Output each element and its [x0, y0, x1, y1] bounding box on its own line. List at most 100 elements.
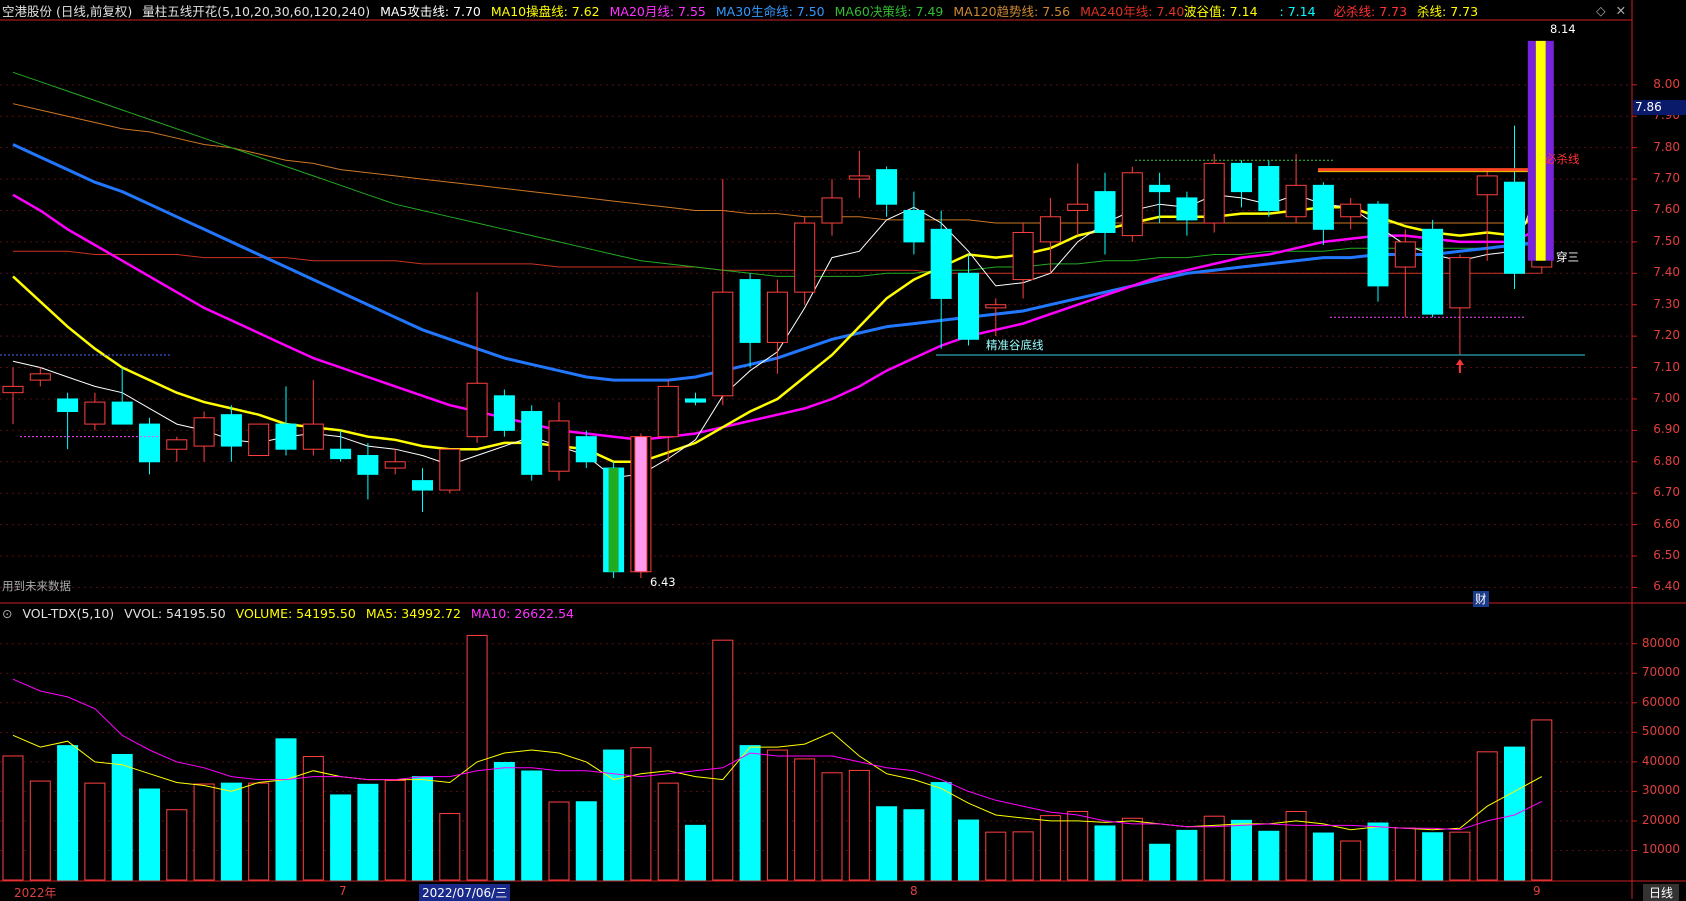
close-icon[interactable]: ✕: [1616, 3, 1626, 18]
candle-body: [685, 398, 706, 403]
volume-bar: [848, 769, 870, 881]
volume-bar: [166, 809, 188, 881]
candle-body: [575, 436, 597, 463]
date-sep: 9: [1533, 884, 1541, 898]
ma120-line: [12, 103, 1542, 224]
vol-indicator-name[interactable]: VOL-TDX(5,10): [22, 606, 114, 621]
candle-body: [357, 455, 379, 475]
main-pane-header-right: 波谷值: 7.14 : 7.14 必杀线: 7.73 杀线: 7.73: [1184, 4, 1484, 20]
volume-bar: [357, 783, 379, 881]
volume-bar: [139, 788, 160, 881]
volume-tick-label: 60000: [1641, 694, 1680, 709]
volume-bar: [1504, 746, 1525, 881]
price-tick-label: 8.00: [1653, 76, 1680, 91]
candle-body: [794, 222, 816, 293]
price-tick-label: 7.10: [1653, 359, 1680, 374]
stock-title[interactable]: 空港股份 (日线,前复权): [2, 4, 132, 19]
candle-body: [739, 279, 761, 343]
candle-body: [29, 373, 51, 381]
volume-bar: [220, 782, 242, 881]
candle-body: [930, 228, 952, 299]
volume-bar: [876, 806, 898, 881]
wave-value: 波谷值: 7.14: [1184, 4, 1258, 19]
candle-body: [275, 423, 297, 450]
price-tick-label: 6.60: [1653, 516, 1680, 531]
volume-bar: [1149, 843, 1171, 881]
candle-body: [958, 272, 979, 340]
ma240-value: MA240年线: 7.40: [1080, 4, 1185, 19]
pane-controls[interactable]: ◇ ✕: [1596, 3, 1632, 19]
ma30-value: MA30生命线: 7.50: [715, 4, 825, 19]
candle-body: [2, 385, 24, 394]
price-tick-label: 7.40: [1653, 265, 1680, 280]
volume-bar: [657, 782, 679, 881]
volume-tick-label: 50000: [1641, 724, 1680, 739]
candle-body: [657, 385, 679, 438]
candle-body: [1504, 181, 1525, 274]
kline-chart[interactable]: [0, 0, 1686, 899]
circle-icon[interactable]: ⊙: [2, 606, 12, 621]
candle-body: [548, 420, 570, 472]
candle-body: [1285, 184, 1307, 218]
candle-body: [1340, 203, 1362, 218]
price-tick-label: 7.50: [1653, 233, 1680, 248]
volume-bar: [111, 753, 133, 881]
candle-body: [1094, 191, 1116, 233]
future-data-note: 用到未来数据: [2, 579, 71, 593]
diamond-icon[interactable]: ◇: [1596, 3, 1606, 18]
volume-bar: [712, 639, 734, 881]
price-tick-label: 6.70: [1653, 485, 1680, 500]
candle-body: [1476, 175, 1498, 196]
volume-bar: [2, 755, 24, 881]
volume-pane-header: ⊙ VOL-TDX(5,10) VVOL: 54195.50 VOLUME: 5…: [2, 606, 580, 622]
candle-body: [766, 291, 788, 343]
high-label: 8.14: [1550, 22, 1576, 36]
volume-bar: [1422, 832, 1444, 881]
candle-body: [1203, 162, 1225, 224]
low-label: 6.43: [650, 575, 676, 589]
volume-bar: [603, 749, 625, 881]
candle-body: [412, 480, 433, 491]
ma60-value: MA60决策线: 7.49: [834, 4, 944, 19]
volume-value: VOLUME: 54195.50: [235, 606, 356, 621]
candle-body: [220, 414, 242, 447]
blank-value: : 7.14: [1279, 4, 1316, 19]
date-aug: 8: [910, 884, 918, 898]
indicator-title[interactable]: 量柱五线开花(5,10,20,30,60,120,240): [142, 4, 370, 19]
candle-body: [384, 461, 406, 469]
highlight-bar-pink: [634, 436, 648, 573]
candle-body: [166, 439, 188, 450]
volume-bar: [330, 794, 352, 881]
main-pane-header: 空港股份 (日线,前复权) 量柱五线开花(5,10,20,30,60,120,2…: [2, 4, 1190, 20]
volume-tick-label: 30000: [1641, 783, 1680, 798]
candle-body: [330, 448, 352, 460]
volume-tick-label: 80000: [1641, 635, 1680, 650]
volume-bar: [521, 770, 543, 881]
volume-bar: [1121, 817, 1143, 881]
volume-bar: [930, 782, 952, 881]
candle-body: [1039, 216, 1061, 243]
valley-line-label: 精准谷底线: [986, 338, 1044, 352]
volume-bar: [1394, 827, 1416, 881]
candle-body: [302, 423, 324, 450]
price-tick-label: 7.30: [1653, 296, 1680, 311]
volume-bar: [412, 776, 433, 881]
candle-body: [1449, 257, 1471, 309]
volume-bar: [1176, 829, 1198, 881]
ma20-value: MA20月线: 7.55: [609, 4, 706, 19]
candle-body: [521, 411, 543, 475]
must-kill-value: 必杀线: 7.73: [1333, 4, 1408, 19]
volume-bar: [1531, 719, 1553, 881]
cursor-date: 2022/07/06/三: [419, 884, 511, 901]
candle-body: [493, 395, 515, 431]
volume-bar: [958, 819, 979, 881]
volume-bar: [57, 745, 79, 881]
price-tick-label: 6.50: [1653, 548, 1680, 563]
price-tick-label: 6.40: [1653, 579, 1680, 594]
period-tab-daily[interactable]: 日线: [1643, 884, 1680, 901]
volume-bar: [630, 747, 652, 881]
volume-bar: [302, 756, 324, 881]
candle-body: [1012, 231, 1034, 281]
volume-tick-label: 10000: [1641, 842, 1680, 857]
finance-badge[interactable]: 财: [1473, 591, 1489, 607]
